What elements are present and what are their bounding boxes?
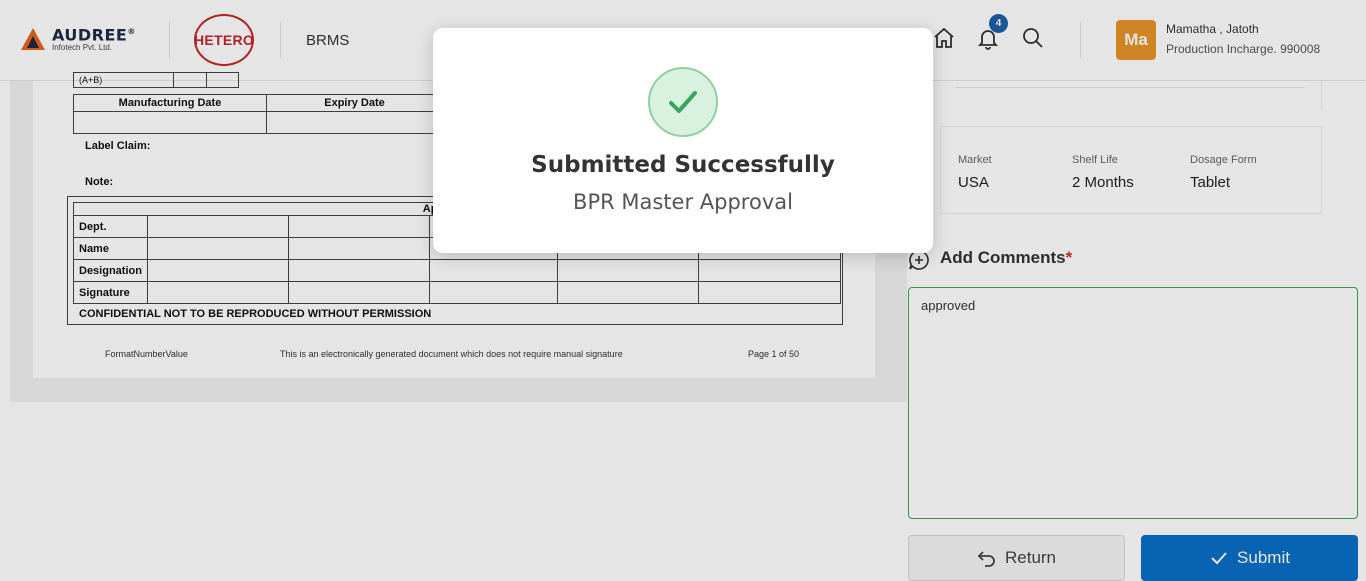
- dialog-subtitle: BPR Master Approval: [573, 190, 793, 214]
- success-dialog: Submitted Successfully BPR Master Approv…: [433, 28, 933, 253]
- success-check-icon: [648, 67, 718, 137]
- dialog-title: Submitted Successfully: [531, 152, 835, 178]
